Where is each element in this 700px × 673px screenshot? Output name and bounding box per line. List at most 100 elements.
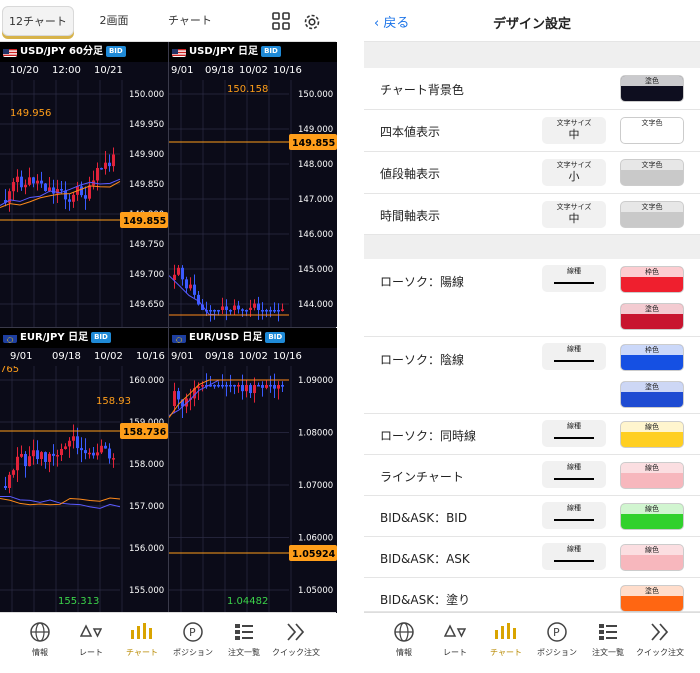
- candle-body: [16, 176, 19, 183]
- nav-quick-order-label: クイック注文: [272, 648, 320, 657]
- grid-layout-icon[interactable]: [272, 12, 292, 32]
- color-swatch[interactable]: 線色: [620, 544, 684, 571]
- gear-icon[interactable]: [302, 12, 322, 32]
- tab-12-chart[interactable]: 12チャート: [2, 6, 74, 36]
- nav-rate[interactable]: レート: [63, 621, 119, 658]
- color-swatch[interactable]: 枠色: [620, 344, 684, 371]
- candlestick-chart[interactable]: 1.09000 1.08000 1.07000 1.06000 1.05000 1.059…: [169, 366, 337, 613]
- high-label: 149.956: [10, 108, 51, 119]
- setting-label: 値段軸表示: [380, 167, 441, 181]
- color-swatch[interactable]: 文字色: [620, 201, 684, 228]
- color-swatch[interactable]: 塗色: [620, 75, 684, 102]
- candle-body: [60, 448, 63, 456]
- pair-label: EUR/USD 日足: [189, 332, 263, 343]
- nav-rate[interactable]: レート: [427, 621, 483, 658]
- x-axis-labels: 9/01 09/18 10/02 10/16: [169, 348, 337, 366]
- candlestick-chart[interactable]: 160.000159.000158.000157.000156.000155.0…: [0, 366, 168, 613]
- y-tick-label: 149.850: [129, 180, 164, 190]
- bid-badge: BID: [261, 46, 281, 57]
- candlestick-icon: [131, 623, 152, 639]
- candle-body: [241, 309, 244, 311]
- high-label: 158.93: [96, 396, 131, 407]
- y-tick-label: 148.000: [298, 160, 333, 170]
- font-size-selector[interactable]: 文字サイズ小: [542, 159, 606, 186]
- chart-panel-header: EUR/USD 日足 BID: [169, 328, 337, 348]
- candle-body: [60, 189, 63, 191]
- line-style-sample: [554, 437, 594, 439]
- nav-chart[interactable]: チャート: [478, 621, 534, 658]
- line-style-selector[interactable]: 線種: [542, 420, 606, 447]
- color-swatch[interactable]: 線色: [620, 503, 684, 530]
- candle-body: [253, 303, 256, 308]
- bid-badge: BID: [105, 46, 126, 57]
- setting-row: 四本値表示 文字サイズ中 文字色: [364, 110, 700, 152]
- tab-chart[interactable]: チャート: [154, 6, 226, 36]
- tab-2-screen[interactable]: 2画面: [82, 6, 146, 36]
- font-size-selector[interactable]: 文字サイズ中: [542, 117, 606, 144]
- nav-orders[interactable]: 注文一覧: [580, 621, 636, 658]
- chart-panel-4[interactable]: EUR/USD 日足 BID 9/01 09/18 10/02 10/16 1.09000 1…: [169, 328, 337, 613]
- line-style-selector[interactable]: 線種: [542, 502, 606, 529]
- x-tick-label: 12:00: [52, 65, 81, 76]
- candle-body: [76, 436, 79, 449]
- position-icon: P: [547, 622, 567, 642]
- candle-body: [221, 385, 224, 387]
- candle-body: [44, 183, 47, 192]
- nav-position[interactable]: P ポジション: [529, 621, 585, 658]
- nav-quick-order[interactable]: クイック注文: [632, 621, 688, 658]
- font-size-selector[interactable]: 文字サイズ中: [542, 201, 606, 228]
- candle-body: [233, 385, 236, 387]
- current-price-label: 158.736: [123, 427, 167, 438]
- candlestick-chart[interactable]: 150.000 149.000 148.000 147.000 146.000 145.0…: [169, 80, 337, 327]
- color-swatch[interactable]: 文字色: [620, 159, 684, 186]
- candle-body: [229, 385, 232, 387]
- candle-body: [269, 310, 272, 312]
- nav-position[interactable]: P ポジション: [165, 621, 221, 658]
- chart-panel-3[interactable]: EUR/JPY 日足 BID 9/01 09/18 10/02 10/16 160.000 1…: [0, 328, 168, 613]
- candle-body: [32, 177, 35, 184]
- color-swatch[interactable]: 塗色: [620, 303, 684, 330]
- nav-orders[interactable]: 注文一覧: [216, 621, 272, 658]
- nav-chart-label: チャート: [490, 648, 522, 657]
- color-swatch[interactable]: 文字色: [620, 117, 684, 144]
- x-axis-labels: 9/01 09/18 10/02 10/16: [169, 62, 337, 80]
- candle-body: [189, 284, 192, 289]
- chart-panel-1[interactable]: USD/JPY 60分足 BID 10/20 12:00 10/21 150.000 149…: [0, 42, 168, 327]
- color-swatch[interactable]: 塗色: [620, 585, 684, 612]
- nav-info[interactable]: 情報: [376, 621, 432, 658]
- line-style-sample: [554, 282, 594, 284]
- candle-body: [173, 274, 176, 280]
- y-tick-label: 1.08000: [298, 429, 333, 439]
- candle-body: [12, 470, 15, 475]
- setting-label: 時間軸表示: [380, 209, 441, 223]
- rate-icon: [80, 624, 102, 638]
- color-swatch[interactable]: 線色: [620, 462, 684, 489]
- nav-info[interactable]: 情報: [12, 621, 68, 658]
- color-swatch[interactable]: 線色: [620, 421, 684, 448]
- color-swatch-title: 線色: [621, 545, 683, 555]
- candlestick-chart[interactable]: 150.000149.950149.900149.850149.800149.7…: [0, 80, 168, 327]
- list-icon: [235, 624, 253, 640]
- candle-body: [96, 168, 99, 181]
- chart-grid: USD/JPY 60分足 BID 10/20 12:00 10/21 150.000 149…: [0, 42, 337, 613]
- setting-row: ローソク：陽線 線種 枠色 塗色: [364, 259, 700, 337]
- font-size-title: 文字サイズ: [556, 119, 592, 127]
- candle-body: [193, 284, 196, 295]
- line-style-selector[interactable]: 線種: [542, 461, 606, 488]
- current-price-label: 149.855: [123, 216, 166, 227]
- candle-body: [64, 190, 67, 200]
- line-style-selector[interactable]: 線種: [542, 343, 606, 370]
- color-swatch[interactable]: 枠色: [620, 266, 684, 293]
- nav-quick-order[interactable]: クイック注文: [268, 621, 324, 658]
- color-swatch[interactable]: 塗色: [620, 381, 684, 408]
- nav-position-label: ポジション: [537, 648, 577, 657]
- chart-panel-2[interactable]: USD/JPY 日足 BID 9/01 09/18 10/02 10/16 150.000 1…: [169, 42, 337, 327]
- svg-text:P: P: [553, 626, 560, 639]
- nav-chart[interactable]: チャート: [114, 621, 170, 658]
- color-swatch-title: 塗色: [621, 304, 683, 314]
- y-tick-label: 145.000: [298, 265, 333, 275]
- candle-body: [185, 279, 188, 289]
- setting-label: チャート背景色: [380, 83, 464, 97]
- line-style-selector[interactable]: 線種: [542, 543, 606, 570]
- line-style-selector[interactable]: 線種: [542, 265, 606, 292]
